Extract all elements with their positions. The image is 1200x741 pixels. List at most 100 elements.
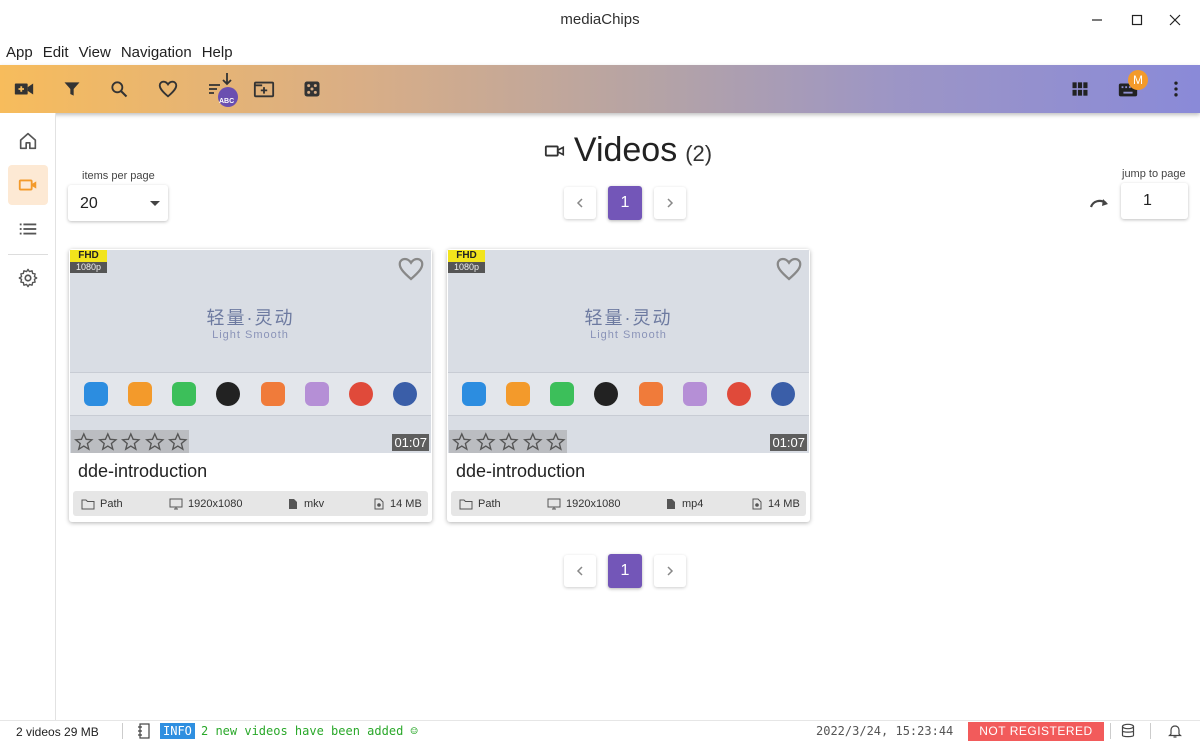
meta-path[interactable]: Path: [81, 498, 123, 510]
chevron-right-icon: [667, 198, 674, 208]
registration-badge[interactable]: NOT REGISTERED: [968, 722, 1104, 741]
sidebar-item-home[interactable]: [8, 121, 48, 161]
meta-path-label: Path: [478, 497, 501, 510]
quality-label: FHD: [448, 250, 485, 262]
dice-icon: [304, 81, 320, 97]
page-heading: Videos (2): [56, 131, 1200, 170]
videos-heading-icon: [544, 145, 564, 156]
video-thumbnail[interactable]: 轻量·灵动 Light Smooth FHD 1080p 01:07: [70, 250, 431, 453]
items-per-page-value: 20: [80, 195, 98, 212]
favorite-heart-icon[interactable]: [395, 254, 427, 284]
jump-to-page-input[interactable]: 1: [1121, 183, 1188, 219]
video-meta: Path 1920x1080 mkv 14 MB: [73, 491, 428, 516]
star-icon[interactable]: [522, 431, 544, 453]
thumbnail-dock: [448, 372, 809, 416]
database-icon[interactable]: [1121, 723, 1135, 739]
page-title: Videos: [573, 131, 678, 169]
page-button-current[interactable]: 1: [608, 554, 642, 588]
video-meta: Path 1920x1080 mp4 14 MB: [451, 491, 806, 516]
status-timestamp: 2022/3/24, 15:23:44: [816, 724, 954, 738]
favorites-button[interactable]: [154, 75, 182, 103]
video-card[interactable]: 轻量·灵动 Light Smooth FHD 1080p 01:07 dde-i…: [447, 249, 810, 522]
monitor-icon: [169, 498, 183, 509]
meta-resolution-label: 1920x1080: [188, 497, 243, 510]
title-bar: mediaChips: [0, 0, 1200, 40]
thumbnail-text-zh: 轻量·灵动: [206, 308, 295, 328]
status-divider: [122, 723, 123, 739]
star-icon[interactable]: [451, 431, 473, 453]
add-video-icon: [14, 83, 34, 95]
video-card[interactable]: 轻量·灵动 Light Smooth FHD 1080p 01:07 dde-i…: [69, 249, 432, 522]
page-button-current[interactable]: 1: [608, 186, 642, 220]
video-thumbnail[interactable]: 轻量·灵动 Light Smooth FHD 1080p 01:07: [448, 250, 809, 453]
minimize-button[interactable]: [1082, 8, 1112, 32]
star-icon[interactable]: [120, 431, 142, 453]
avatar[interactable]: M: [1128, 70, 1148, 90]
menu-app[interactable]: App: [6, 44, 33, 61]
menu-view[interactable]: View: [79, 44, 111, 61]
sidebar-item-list[interactable]: [8, 209, 48, 249]
resolution-tag: 1080p: [70, 262, 107, 273]
meta-size: 14 MB: [751, 498, 800, 510]
more-vert-icon: [1174, 81, 1178, 97]
prev-page-button[interactable]: [564, 555, 596, 587]
search-button[interactable]: [105, 75, 133, 103]
star-icon[interactable]: [545, 431, 567, 453]
maximize-button[interactable]: [1122, 8, 1152, 32]
log-level-badge: INFO: [160, 723, 195, 739]
random-button[interactable]: [298, 75, 326, 103]
bell-icon[interactable]: [1168, 723, 1182, 739]
status-divider: [1150, 723, 1151, 739]
sort-button[interactable]: ABC: [206, 71, 238, 109]
sidebar-item-videos[interactable]: [8, 165, 48, 205]
items-per-page-label: items per page: [82, 170, 155, 182]
notebook-icon[interactable]: [137, 723, 151, 739]
video-title[interactable]: dde-introduction: [78, 461, 207, 482]
meta-format-label: mp4: [682, 497, 704, 510]
redo-icon[interactable]: [1088, 191, 1112, 215]
star-icon[interactable]: [167, 431, 189, 453]
chevron-right-icon: [667, 566, 674, 576]
close-button[interactable]: [1160, 8, 1190, 32]
star-icon[interactable]: [144, 431, 166, 453]
add-tab-button[interactable]: [250, 75, 278, 103]
prev-page-button[interactable]: [564, 187, 596, 219]
star-icon[interactable]: [97, 431, 119, 453]
duration-badge: 01:07: [392, 434, 429, 451]
favorite-heart-icon[interactable]: [773, 254, 805, 284]
menu-help[interactable]: Help: [202, 44, 233, 61]
chevron-left-icon: [576, 198, 583, 208]
star-icon[interactable]: [475, 431, 497, 453]
rating-stars[interactable]: [449, 430, 567, 453]
star-icon[interactable]: [498, 431, 520, 453]
menu-edit[interactable]: Edit: [43, 44, 69, 61]
next-page-button[interactable]: [654, 555, 686, 587]
meta-path[interactable]: Path: [459, 498, 501, 510]
meta-format: mp4: [665, 498, 703, 510]
meta-size: 14 MB: [373, 498, 422, 510]
star-icon[interactable]: [73, 431, 95, 453]
filter-button[interactable]: [58, 75, 86, 103]
items-per-page-select[interactable]: 20: [68, 185, 168, 221]
sidebar-item-settings[interactable]: [8, 258, 48, 298]
menu-navigation[interactable]: Navigation: [121, 44, 192, 61]
more-button[interactable]: [1162, 75, 1190, 103]
thumbnail-text-en: Light Smooth: [212, 329, 289, 341]
file-size-icon: [752, 498, 762, 509]
quality-badge: FHD 1080p: [70, 250, 107, 273]
add-video-button[interactable]: [10, 75, 38, 103]
grid-view-button[interactable]: [1066, 75, 1094, 103]
log-message: 2 new videos have been added ☺: [201, 724, 418, 738]
folder-icon: [459, 499, 473, 509]
rating-stars[interactable]: [71, 430, 189, 453]
monitor-icon: [547, 498, 561, 509]
meta-format-label: mkv: [304, 497, 325, 510]
quality-badge: FHD 1080p: [448, 250, 485, 273]
sort-badge-label: ABC: [219, 98, 235, 105]
folder-icon: [81, 499, 95, 509]
video-title[interactable]: dde-introduction: [456, 461, 585, 482]
chevron-down-icon: [150, 201, 160, 206]
search-icon: [111, 81, 128, 98]
avatar-letter: M: [1133, 73, 1143, 87]
next-page-button[interactable]: [654, 187, 686, 219]
